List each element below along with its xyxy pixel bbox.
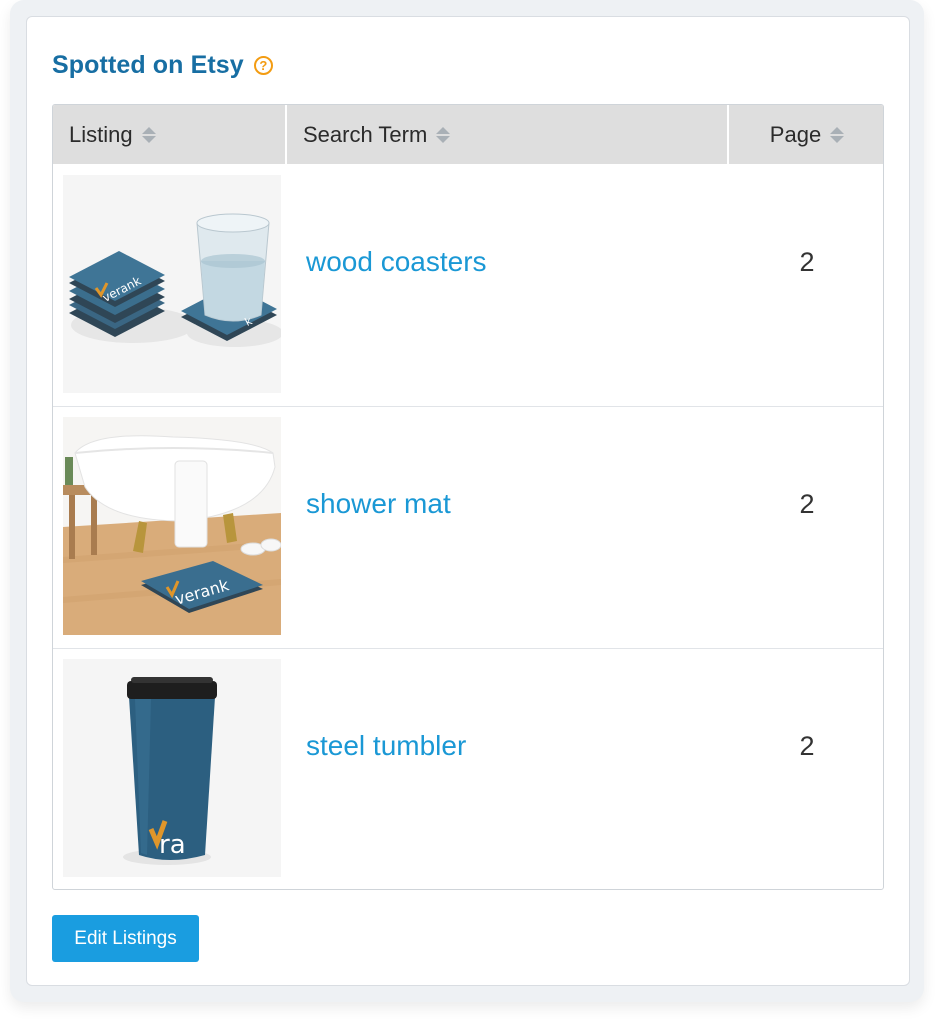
table-row: ra steel tumbler 2	[53, 648, 883, 889]
question-circle-icon[interactable]: ?	[253, 55, 273, 75]
column-header-label: Listing	[69, 121, 133, 147]
tumbler-product-image[interactable]: ra	[63, 659, 281, 877]
edit-listings-button[interactable]: Edit Listings	[52, 915, 199, 962]
table-row: verank k wood coasters 2	[53, 164, 883, 406]
table-header: Listing Search Term Page	[53, 105, 883, 164]
table-row: verank shower mat 2	[53, 406, 883, 648]
sort-icon	[141, 126, 156, 143]
page-number: 2	[799, 246, 815, 277]
search-term-link[interactable]: steel tumbler	[306, 649, 466, 843]
listings-table: Listing Search Term Page verank k wood c…	[52, 104, 884, 890]
section-header: Spotted on Etsy ?	[52, 50, 273, 80]
column-header-label: Search Term	[303, 121, 428, 147]
coasters-product-image[interactable]: verank k	[63, 175, 281, 393]
page-number: 2	[799, 488, 815, 519]
section-title: Spotted on Etsy	[52, 50, 244, 79]
sort-icon	[436, 126, 451, 143]
column-header-page[interactable]: Page	[729, 105, 883, 164]
column-header-listing[interactable]: Listing	[53, 105, 285, 164]
sort-icon	[830, 126, 845, 143]
bath-mat-product-image[interactable]: verank	[63, 417, 281, 635]
search-term-link[interactable]: wood coasters	[306, 164, 487, 360]
svg-text:ra: ra	[159, 830, 186, 860]
page: Spotted on Etsy ? Listing Search Term Pa…	[0, 0, 936, 1024]
column-header-search-term[interactable]: Search Term	[287, 105, 727, 164]
column-header-label: Page	[769, 121, 822, 147]
spotted-on-etsy-card: Spotted on Etsy ? Listing Search Term Pa…	[26, 16, 910, 986]
page-number: 2	[799, 730, 815, 761]
search-term-link[interactable]: shower mat	[306, 407, 451, 601]
